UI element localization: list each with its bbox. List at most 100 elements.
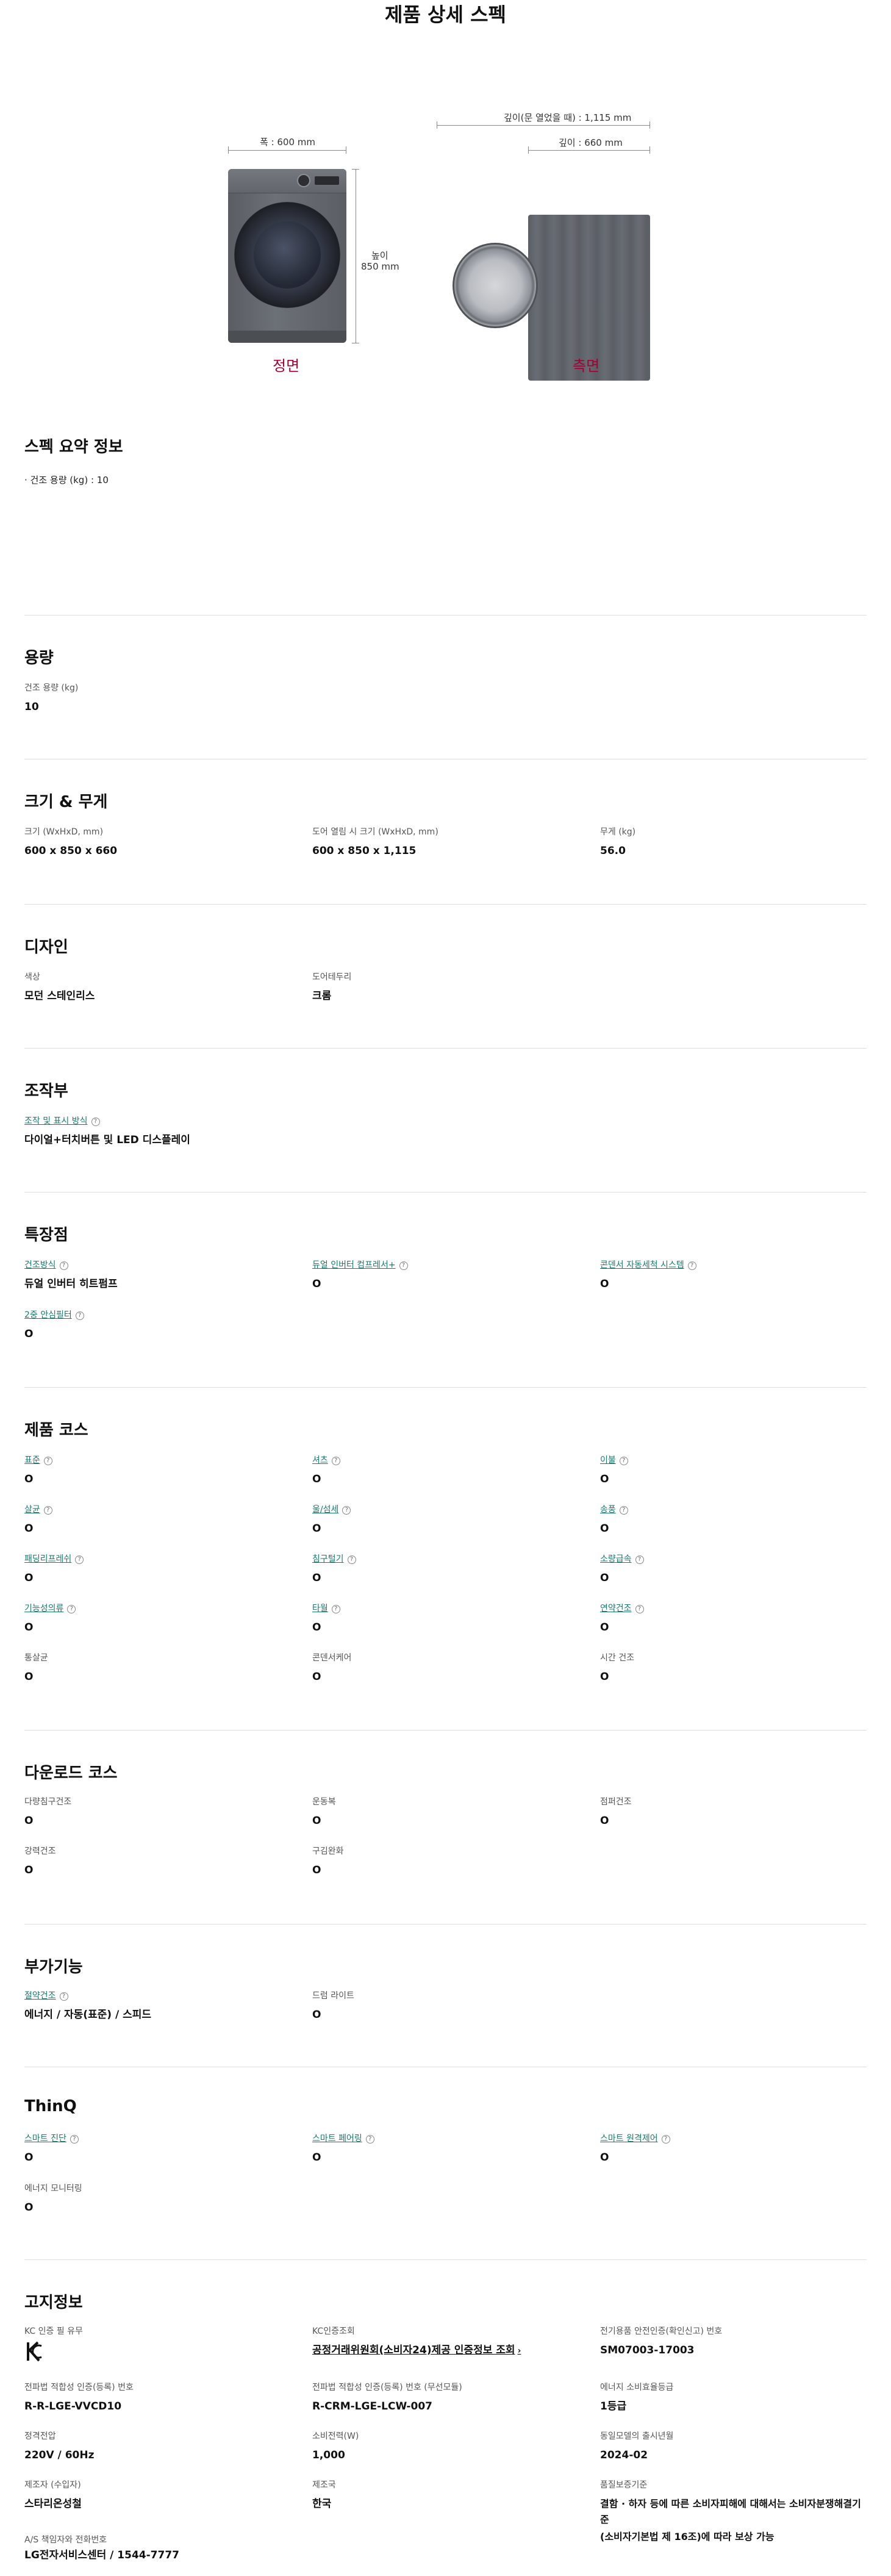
info-icon[interactable]: ? [70,2135,79,2144]
spec-value: O [600,1815,609,1827]
side-depth-open-line [437,125,650,126]
label-text: 타월 [312,1604,328,1613]
saving-dry-link[interactable]: 절약건조? [24,1990,151,2002]
summary-item: · 건조 용량 (kg) : 10 [24,475,109,486]
dim-tick [528,146,529,154]
info-icon[interactable]: ? [365,2135,374,2144]
spec-label-link[interactable]: 타월? [312,1602,340,1615]
spec-label-link[interactable]: 스마트 진단? [24,2133,79,2145]
features-section: 특장점 [24,1222,867,1245]
info-icon[interactable]: ? [635,1555,644,1564]
spec-value: O [24,1621,34,1634]
spec-item: 패딩리프레쉬? O [24,1553,84,1586]
label-text: 에너지 모니터링 [24,2184,82,2194]
label-text: 셔츠 [312,1455,328,1465]
spec-label: 제조국 [312,2480,336,2490]
notice-safety-cert: 전기용품 안전인증(확인신고) 번호 SM07003-17003 [600,2325,722,2358]
side-depth-label: 깊이 : 660 mm [559,137,623,148]
spec-label: 운동복 [312,1796,336,1808]
label-text: 소량급속 [600,1554,632,1564]
spec-label-link[interactable]: 이불? [600,1454,628,1466]
spec-value: O [24,1473,34,1485]
info-icon[interactable]: ? [661,2135,670,2144]
spec-item: 기능성의류? O [24,1602,76,1635]
info-icon[interactable]: ? [43,1457,52,1465]
spec-label-link[interactable]: 소량급속? [600,1553,644,1565]
notice-radio-cert: 전파법 적합성 인증(등록) 번호 R-R-LGE-VVCD10 [24,2381,134,2414]
info-icon[interactable]: ? [619,1506,628,1515]
info-icon[interactable]: ? [91,1118,100,1126]
spec-label-link[interactable]: 표준? [24,1454,52,1466]
link-label: 건조방식 [24,1260,56,1270]
spec-item-saving-dry: 절약건조? 에너지 / 자동(표준) / 스피드 [24,1990,151,2023]
capacity-section: 용량 [24,645,867,668]
spec-value: 220V / 60Hz [24,2449,95,2461]
info-icon[interactable]: ? [635,1605,644,1613]
spec-item-dry-capacity: 건조 용량 (kg) 10 [24,682,78,715]
spec-label-link[interactable]: 기능성의류? [24,1602,76,1615]
info-icon[interactable]: ? [347,1555,356,1564]
spec-item: 이불? O [600,1454,628,1487]
spec-label: 도어 열림 시 크기 (WxHxD, mm) [312,827,438,837]
summary-section: 스펙 요약 정보 [24,434,867,457]
download-courses-title: 다운로드 코스 [24,1764,118,1782]
kc-lookup-link[interactable]: 공정거래위원회(소비자24)제공 인증정보 조회 › [312,2342,521,2359]
courses-section: 제품 코스 [24,1418,867,1440]
info-icon[interactable]: ? [75,1555,84,1564]
spec-label-link[interactable]: 스마트 원격제어? [600,2133,670,2145]
dry-method-link[interactable]: 건조방식? [24,1259,118,1271]
label-text: 구김완화 [312,1846,344,1856]
spec-label-link[interactable]: 셔츠? [312,1454,340,1466]
control-type-link[interactable]: 조작 및 표시 방식? [24,1115,190,1127]
spec-value: O [600,1671,609,1683]
info-icon[interactable]: ? [59,1261,68,1270]
double-filter-link[interactable]: 2중 안심필터? [24,1309,84,1321]
spec-item: 표준? O [24,1454,52,1487]
spec-label-link[interactable]: 살균? [24,1504,52,1516]
spec-label-link[interactable]: 연약건조? [600,1602,644,1615]
info-icon[interactable]: ? [67,1605,76,1613]
info-icon[interactable]: ? [75,1311,84,1320]
spec-label: A/S 책임자와 전화번호 [24,2535,107,2545]
dryer-front-image [228,169,346,343]
spec-label: 품질보증기준 [600,2480,648,2490]
compressor-link[interactable]: 듀얼 인버터 컴프레서+? [312,1259,408,1271]
controls-section: 조작부 [24,1078,867,1101]
info-icon[interactable]: ? [59,1992,68,2001]
notice-section: 고지정보 [24,2290,867,2312]
spec-label: 에너지 소비효율등급 [600,2383,674,2392]
spec-value: 듀얼 인버터 히트펌프 [24,1278,118,1290]
info-icon[interactable]: ? [687,1261,696,1270]
notice-radio-cert-wireless: 전파법 적합성 인증(등록) 번호 (무선모듈) R-CRM-LGE-LCW-0… [312,2381,462,2414]
info-icon[interactable]: ? [399,1261,408,1270]
spec-item: 구김완화 O [312,1845,344,1878]
spec-value: O [312,1572,321,1584]
info-icon[interactable]: ? [331,1605,340,1613]
label-text: 표준 [24,1455,40,1465]
spec-label-link[interactable]: 패딩리프레쉬? [24,1553,84,1565]
spec-item: 울/섬세? O [312,1504,351,1537]
spec-label-link[interactable]: 스마트 페어링? [312,2133,374,2145]
divider [24,1048,867,1049]
info-icon[interactable]: ? [342,1506,351,1515]
notice-voltage: 정격전압 220V / 60Hz [24,2430,94,2463]
spec-label: 무게 (kg) [600,827,636,837]
condenser-clean-link[interactable]: 콘덴서 자동세척 시스템? [600,1259,696,1271]
spec-item-drum-light: 드럼 라이트 O [312,1990,354,2023]
spec-item: 송풍? O [600,1504,628,1537]
spec-label: 정격전압 [24,2431,56,2441]
spec-item: 침구털기? O [312,1553,356,1586]
spec-label-link[interactable]: 울/섬세? [312,1504,351,1516]
spec-value: O [24,1864,34,1876]
info-icon[interactable]: ? [43,1506,52,1515]
spec-value: O [600,1572,609,1584]
spec-label-link[interactable]: 침구털기? [312,1553,356,1565]
info-icon[interactable]: ? [619,1457,628,1465]
dim-tick [228,146,229,154]
spec-label: 색상 [24,972,40,982]
spec-label-link[interactable]: 송풍? [600,1504,628,1516]
spec-value: O [24,1328,34,1340]
spec-label: 드럼 라이트 [312,1991,354,2001]
label-text: 울/섬세 [312,1505,339,1515]
info-icon[interactable]: ? [331,1457,340,1465]
